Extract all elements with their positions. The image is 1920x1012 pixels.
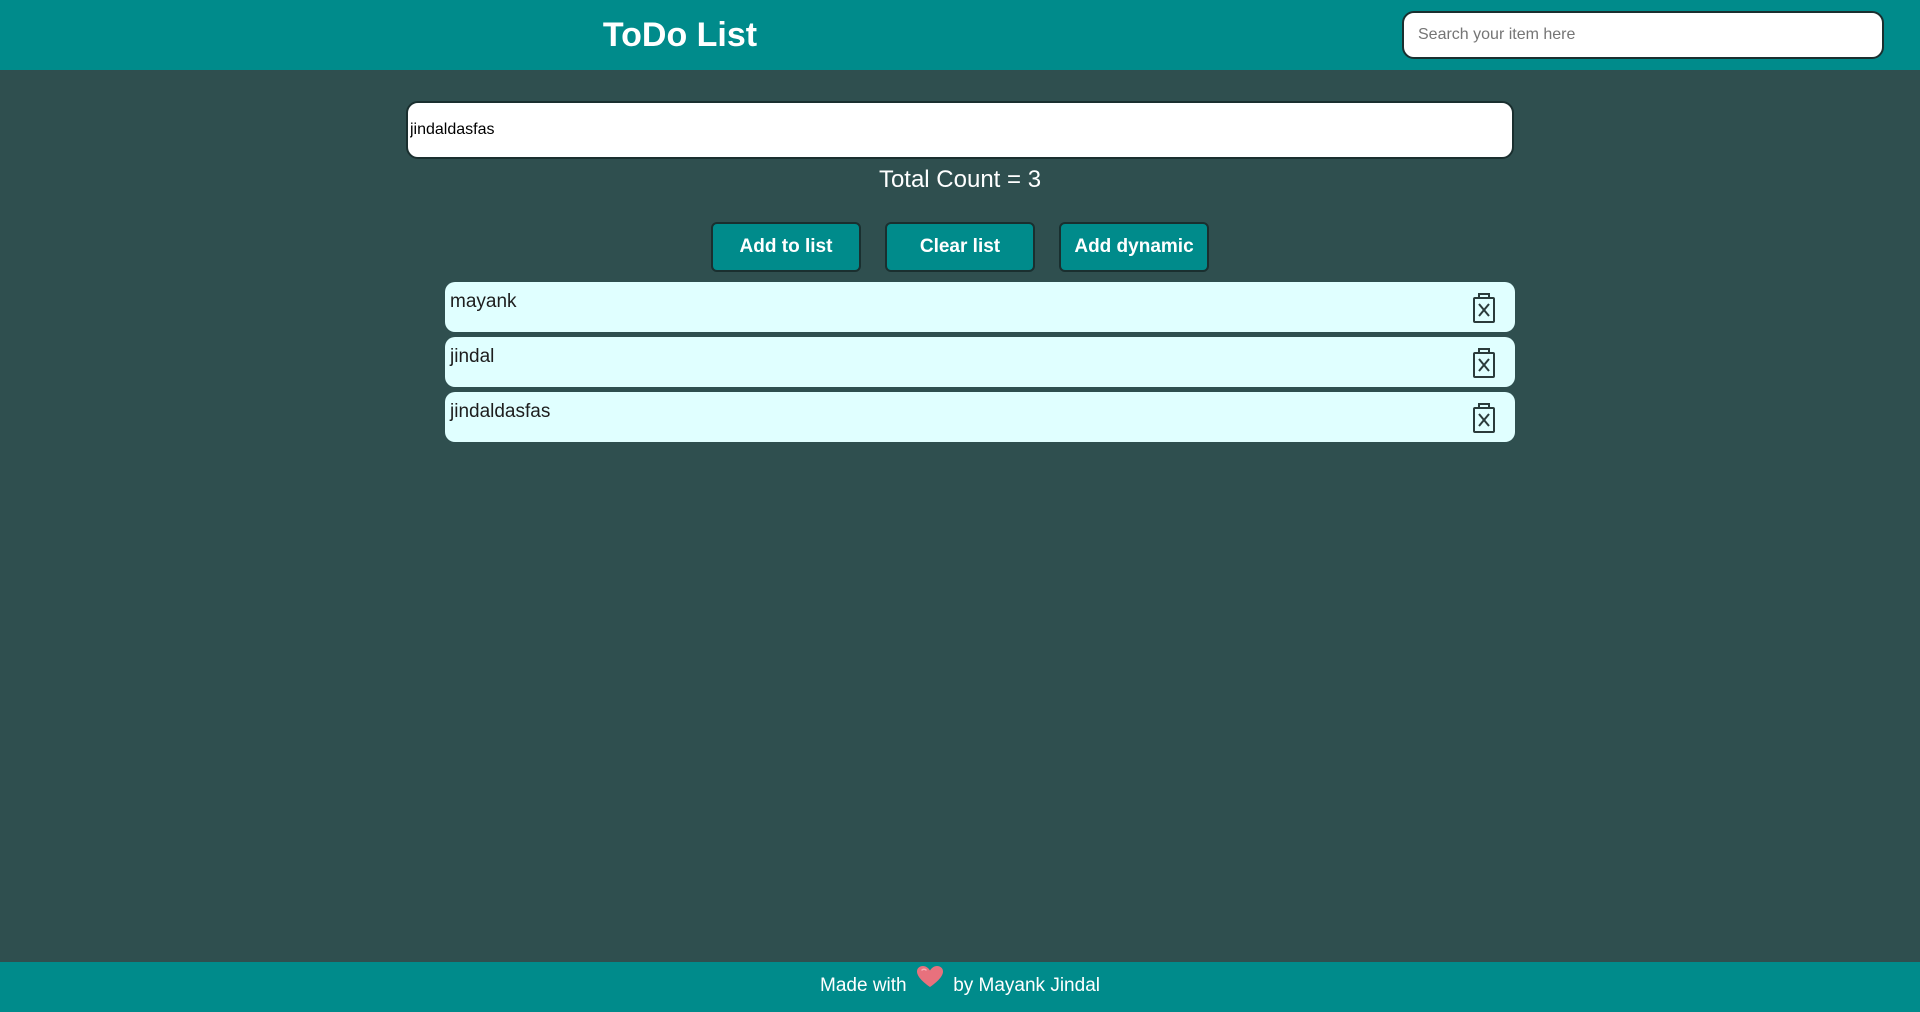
list-item: mayank bbox=[445, 282, 1515, 332]
trash-x-icon bbox=[1473, 293, 1495, 323]
heart-icon bbox=[916, 960, 944, 1008]
delete-item-button[interactable] bbox=[1469, 292, 1499, 324]
item-input[interactable] bbox=[406, 101, 1514, 159]
todo-list: mayank jindal jindaldasfas bbox=[445, 282, 1515, 447]
trash-x-icon bbox=[1473, 403, 1495, 433]
trash-x-icon bbox=[1473, 348, 1495, 378]
list-item-text: jindal bbox=[450, 346, 495, 367]
delete-item-button[interactable] bbox=[1469, 347, 1499, 379]
delete-item-button[interactable] bbox=[1469, 402, 1499, 434]
list-item-text: mayank bbox=[450, 291, 517, 312]
app-title: ToDo List bbox=[602, 16, 758, 54]
header-bar: ToDo List bbox=[0, 0, 1920, 70]
search-input[interactable] bbox=[1402, 11, 1884, 59]
list-item: jindal bbox=[445, 337, 1515, 387]
footer-suffix: by Mayank Jindal bbox=[953, 975, 1100, 997]
total-count: Total Count = 3 bbox=[878, 166, 1042, 193]
add-to-list-button[interactable]: Add to list bbox=[711, 222, 861, 272]
footer-prefix: Made with bbox=[820, 975, 907, 997]
clear-list-button[interactable]: Clear list bbox=[885, 222, 1035, 272]
list-item: jindaldasfas bbox=[445, 392, 1515, 442]
add-dynamic-button[interactable]: Add dynamic bbox=[1059, 222, 1209, 272]
footer: Made with by Mayank Jindal bbox=[0, 962, 1920, 1012]
list-item-text: jindaldasfas bbox=[450, 401, 551, 422]
